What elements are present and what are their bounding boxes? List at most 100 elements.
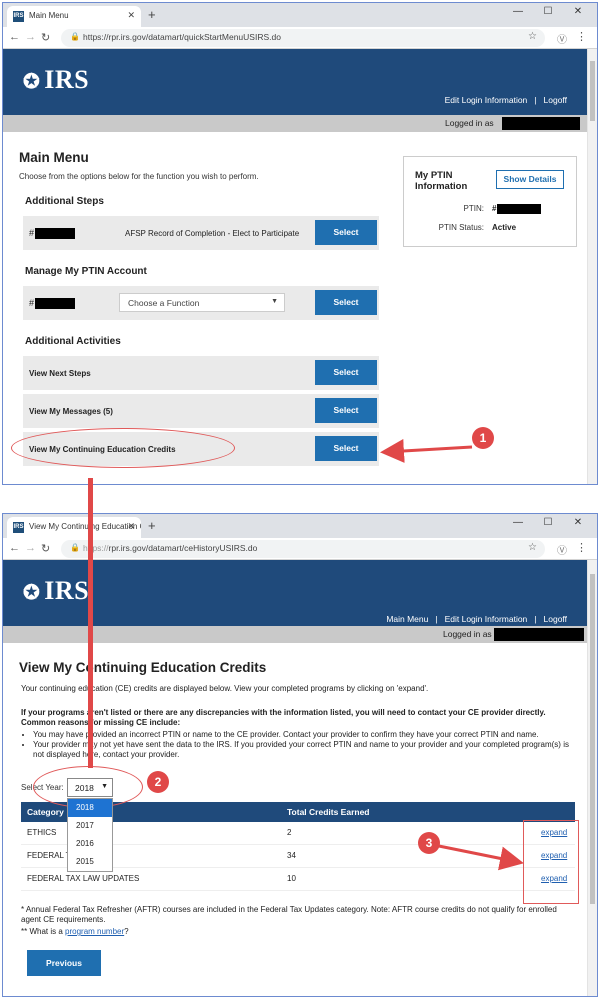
url-field[interactable]: 🔒 https://rpr.irs.gov/datamart/quickStar… bbox=[61, 29, 545, 47]
warning-line-2: Common reasons for missing CE include: bbox=[21, 718, 181, 727]
logged-in-bar-2: Logged in as bbox=[3, 626, 587, 643]
tab-title: Main Menu bbox=[29, 11, 69, 20]
redacted-ptin-3 bbox=[497, 204, 542, 214]
ptin-info-box: My PTIN Information Show Details PTIN: #… bbox=[403, 156, 577, 247]
activity-row-next-steps: View Next Steps Select bbox=[23, 356, 379, 390]
address-bar-row-2: ← → ↻ 🔒 https://rpr.irs.gov/datamart/ceH… bbox=[3, 538, 597, 560]
minimize-icon[interactable]: — bbox=[503, 517, 533, 528]
irs-logo-2[interactable]: ✪ IRS bbox=[23, 576, 89, 606]
close-tab-icon[interactable]: ✕ bbox=[127, 521, 135, 532]
annotation-oval-ce-credits bbox=[11, 428, 235, 468]
window-controls-2: — ☐ ✕ bbox=[503, 517, 593, 528]
row-credits: 2 bbox=[287, 828, 292, 837]
tab-ce-credits[interactable]: IRS View My Continuing Education C ✕ bbox=[7, 517, 141, 538]
url-text-2: rpr.irs.gov/datamart/ceHistoryUSIRS.do bbox=[108, 543, 258, 553]
annotation-badge-1: 1 bbox=[472, 427, 494, 449]
row-category: FEDERAL T bbox=[27, 851, 71, 860]
logo-text: IRS bbox=[44, 65, 90, 94]
header-category: Category bbox=[27, 807, 64, 817]
url-text: https://rpr.irs.gov/datamart/quickStartM… bbox=[83, 32, 281, 42]
year-option[interactable]: 2018 bbox=[68, 799, 112, 817]
messages-select-button[interactable]: Select bbox=[315, 398, 377, 423]
main-menu-link[interactable]: Main Menu bbox=[386, 614, 428, 624]
irs-logo[interactable]: ✪ IRS bbox=[23, 65, 89, 95]
chevron-down-icon: ▼ bbox=[271, 298, 278, 305]
ptin-label: PTIN: bbox=[463, 204, 484, 213]
manage-ptin-heading: Manage My PTIN Account bbox=[25, 266, 147, 277]
irs-favicon-icon: IRS bbox=[13, 11, 24, 22]
browser-window-main-menu: IRS Main Menu ✕ + — ☐ ✕ ← → ↻ 🔒 https://… bbox=[2, 2, 598, 485]
footnote-text: ? bbox=[124, 927, 129, 936]
extension-icon[interactable]: Ⓥ bbox=[557, 542, 567, 557]
logo-text: IRS bbox=[44, 576, 90, 605]
activity-row-messages: View My Messages (5) Select bbox=[23, 394, 379, 428]
warning-text: If your programs aren't listed or there … bbox=[21, 708, 581, 728]
page-scrollbar-2[interactable] bbox=[587, 560, 597, 996]
afsp-select-button[interactable]: Select bbox=[315, 220, 377, 245]
scrollbar-thumb[interactable] bbox=[590, 61, 595, 121]
logoff-link[interactable]: Logoff bbox=[544, 614, 567, 624]
url-field-2[interactable]: 🔒 https://rpr.irs.gov/datamart/ceHistory… bbox=[61, 540, 545, 558]
window-controls: — ☐ ✕ bbox=[503, 6, 593, 17]
minimize-icon[interactable]: — bbox=[503, 6, 533, 17]
scrollbar-thumb[interactable] bbox=[590, 574, 595, 904]
reload-icon[interactable]: ↻ bbox=[41, 542, 50, 555]
extension-icon[interactable]: Ⓥ bbox=[557, 31, 567, 46]
manage-ptin-select-button[interactable]: Select bbox=[315, 290, 377, 315]
close-window-icon[interactable]: ✕ bbox=[563, 517, 593, 528]
tab-bar: IRS Main Menu ✕ + — ☐ ✕ bbox=[3, 3, 597, 27]
new-tab-icon[interactable]: + bbox=[148, 518, 156, 533]
ptin-hash-2: # bbox=[29, 298, 76, 310]
list-item: You may have provided an incorrect PTIN … bbox=[33, 730, 573, 740]
header-nav-2: Main Menu | Edit Login Information | Logoff bbox=[386, 614, 567, 624]
reload-icon[interactable]: ↻ bbox=[41, 31, 50, 44]
logged-in-label: Logged in as bbox=[443, 629, 492, 639]
show-details-button[interactable]: Show Details bbox=[496, 170, 564, 189]
new-tab-icon[interactable]: + bbox=[148, 7, 156, 22]
address-bar-row: ← → ↻ 🔒 https://rpr.irs.gov/datamart/qui… bbox=[3, 27, 597, 49]
intro-text: Choose from the options below for the fu… bbox=[19, 172, 259, 181]
browser-menu-icon[interactable]: ⋮ bbox=[576, 541, 587, 554]
browser-menu-icon[interactable]: ⋮ bbox=[576, 30, 587, 43]
activity-label: View My Messages (5) bbox=[29, 407, 113, 416]
edit-login-link[interactable]: Edit Login Information bbox=[445, 614, 528, 624]
irs-favicon-icon: IRS bbox=[13, 522, 24, 533]
program-number-link[interactable]: program number bbox=[65, 927, 124, 936]
back-icon[interactable]: ← bbox=[9, 31, 20, 43]
maximize-icon[interactable]: ☐ bbox=[533, 6, 563, 17]
row-category: FEDERAL TAX LAW UPDATES bbox=[27, 874, 140, 883]
year-option[interactable]: 2016 bbox=[68, 835, 112, 853]
tab-title-2: View My Continuing Education C bbox=[29, 522, 141, 531]
annotation-badge-2: 2 bbox=[147, 771, 169, 793]
redacted-username bbox=[494, 628, 584, 641]
close-window-icon[interactable]: ✕ bbox=[563, 6, 593, 17]
edit-login-link[interactable]: Edit Login Information bbox=[445, 95, 528, 105]
page-title-2: View My Continuing Education Credits bbox=[19, 660, 267, 675]
irs-header: ✪ IRS Edit Login Information | Logoff bbox=[3, 49, 587, 115]
logoff-link[interactable]: Logoff bbox=[544, 95, 567, 105]
next-steps-select-button[interactable]: Select bbox=[315, 360, 377, 385]
forward-icon[interactable]: → bbox=[25, 31, 36, 43]
redacted-ptin-2 bbox=[35, 298, 76, 310]
lock-icon: 🔒 bbox=[70, 543, 80, 552]
list-item: Your provider may not yet have sent the … bbox=[33, 740, 573, 760]
page-scrollbar[interactable] bbox=[587, 49, 597, 484]
forward-icon[interactable]: → bbox=[25, 542, 36, 554]
year-option[interactable]: 2015 bbox=[68, 853, 112, 871]
maximize-icon[interactable]: ☐ bbox=[533, 517, 563, 528]
bookmark-star-icon[interactable]: ☆ bbox=[528, 31, 537, 42]
close-tab-icon[interactable]: ✕ bbox=[127, 10, 135, 21]
eagle-logo-icon: ✪ bbox=[23, 71, 41, 93]
row-category: ETHICS bbox=[27, 828, 57, 837]
previous-button[interactable]: Previous bbox=[27, 950, 101, 976]
intro-text-2: Your continuing education (CE) credits a… bbox=[21, 684, 429, 693]
tab-main-menu[interactable]: IRS Main Menu ✕ bbox=[7, 6, 141, 27]
row-credits: 10 bbox=[287, 874, 296, 883]
year-option[interactable]: 2017 bbox=[68, 817, 112, 835]
choose-function-select[interactable]: Choose a Function ▼ bbox=[119, 293, 285, 312]
footnote-program-number: ** What is a program number? bbox=[21, 927, 129, 937]
ce-credits-select-button[interactable]: Select bbox=[315, 436, 377, 461]
additional-steps-heading: Additional Steps bbox=[25, 196, 104, 207]
bookmark-star-icon[interactable]: ☆ bbox=[528, 542, 537, 553]
back-icon[interactable]: ← bbox=[9, 542, 20, 554]
